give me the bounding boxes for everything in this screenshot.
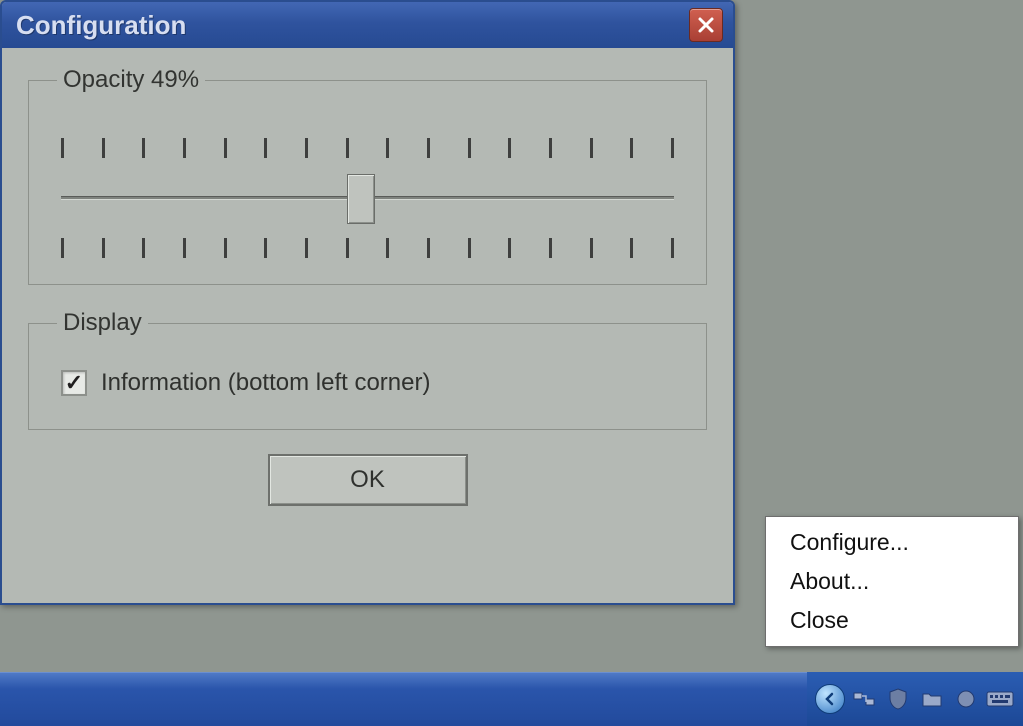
titlebar[interactable]: Configuration xyxy=(2,2,733,48)
chevron-left-icon xyxy=(823,692,837,706)
info-checkbox-label: Information (bottom left corner) xyxy=(101,369,430,397)
tray-folder-icon[interactable] xyxy=(917,684,947,714)
window-title: Configuration xyxy=(16,10,689,41)
keyboard-icon xyxy=(986,691,1014,707)
opacity-slider[interactable] xyxy=(61,138,674,258)
system-tray xyxy=(807,672,1023,726)
tray-context-menu: Configure...About...Close xyxy=(765,516,1019,647)
tray-circle-icon[interactable] xyxy=(951,684,981,714)
folder-icon xyxy=(921,690,943,708)
taskbar xyxy=(0,672,1023,726)
window-client-area: Opacity 49% Display Information (bottom … xyxy=(2,48,733,528)
slider-ticks-top xyxy=(61,138,674,158)
ok-button[interactable]: OK xyxy=(268,454,468,506)
button-row: OK xyxy=(28,454,707,506)
info-checkbox[interactable] xyxy=(61,370,87,396)
tray-keyboard-icon[interactable] xyxy=(985,684,1015,714)
tray-network-icon[interactable] xyxy=(849,684,879,714)
window-close-button[interactable] xyxy=(689,8,723,42)
opacity-group: Opacity 49% xyxy=(28,66,707,285)
circle-icon xyxy=(956,689,976,709)
tray-expand-button[interactable] xyxy=(815,684,845,714)
context-menu-item-about[interactable]: About... xyxy=(768,562,1016,601)
close-icon xyxy=(697,16,715,34)
opacity-legend: Opacity 49% xyxy=(57,66,205,94)
slider-thumb[interactable] xyxy=(347,174,375,224)
slider-ticks-bottom xyxy=(61,238,674,258)
tray-shield-icon[interactable] xyxy=(883,684,913,714)
display-group: Display Information (bottom left corner) xyxy=(28,309,707,430)
info-checkbox-row: Information (bottom left corner) xyxy=(61,369,684,397)
configuration-window: Configuration Opacity 49% Display xyxy=(0,0,735,605)
shield-icon xyxy=(888,688,908,710)
display-legend: Display xyxy=(57,309,148,337)
network-icon xyxy=(853,690,875,708)
context-menu-item-close[interactable]: Close xyxy=(768,601,1016,640)
context-menu-item-configure[interactable]: Configure... xyxy=(768,523,1016,562)
